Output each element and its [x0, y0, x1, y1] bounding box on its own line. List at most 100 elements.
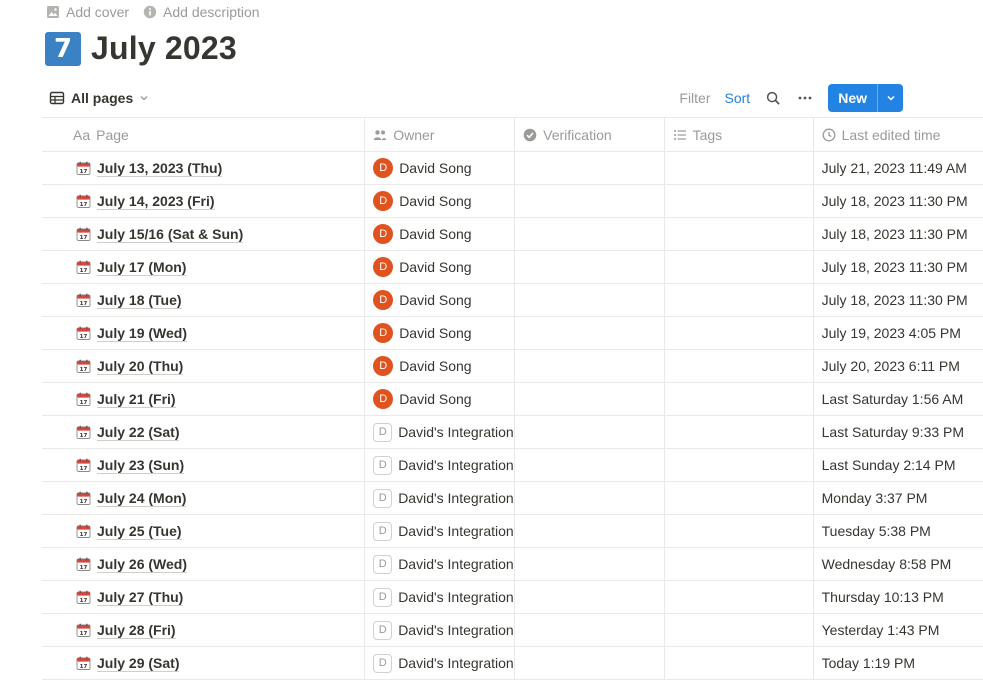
cell-tags[interactable]: [664, 382, 814, 416]
cell-verification[interactable]: [514, 448, 665, 482]
cell-verification[interactable]: [514, 382, 665, 416]
table-row[interactable]: 17 July 24 (Mon) D David's Integration Monda…: [42, 481, 983, 515]
table-row[interactable]: 17 July 14, 2023 (Fri) D David Song July 18,…: [42, 184, 983, 218]
cell-page[interactable]: 17 July 15/16 (Sat & Sun): [42, 217, 366, 251]
cell-page[interactable]: 17 July 29 (Sat): [42, 646, 366, 680]
table-row[interactable]: 17 July 18 (Tue) D David Song July 18, 2023 …: [42, 283, 983, 317]
cell-verification[interactable]: [514, 184, 665, 218]
page-link[interactable]: July 27 (Thu): [97, 589, 184, 606]
cell-owner[interactable]: D David's Integration: [364, 646, 516, 680]
cell-owner[interactable]: D David Song: [364, 184, 516, 218]
cell-owner[interactable]: D David's Integration: [364, 448, 516, 482]
page-link[interactable]: July 17 (Mon): [97, 259, 187, 276]
page-link[interactable]: July 18 (Tue): [97, 292, 182, 309]
cell-tags[interactable]: [664, 415, 814, 449]
cell-page[interactable]: 17 July 22 (Sat): [42, 415, 366, 449]
cell-owner[interactable]: D David Song: [364, 151, 516, 185]
cell-tags[interactable]: [664, 316, 814, 350]
table-row[interactable]: 17 July 17 (Mon) D David Song July 18, 2023 …: [42, 250, 983, 284]
page-link[interactable]: July 20 (Thu): [97, 358, 184, 375]
table-row[interactable]: 17 July 23 (Sun) D David's Integration Last …: [42, 448, 983, 482]
cell-page[interactable]: 17 July 20 (Thu): [42, 349, 366, 383]
cell-owner[interactable]: D David's Integration: [364, 580, 516, 614]
cell-owner[interactable]: D David Song: [364, 382, 516, 416]
cell-tags[interactable]: [664, 547, 814, 581]
cell-page[interactable]: 17 July 27 (Thu): [42, 580, 366, 614]
cell-page[interactable]: 17 July 26 (Wed): [42, 547, 366, 581]
cell-page[interactable]: 17 July 17 (Mon): [42, 250, 366, 284]
page-link[interactable]: July 24 (Mon): [97, 490, 187, 507]
page-title[interactable]: July 2023: [91, 30, 237, 67]
table-row[interactable]: 17 July 26 (Wed) D David's Integration Wedne…: [42, 547, 983, 581]
search-button[interactable]: [764, 89, 782, 107]
cell-page[interactable]: 17 July 25 (Tue): [42, 514, 366, 548]
cell-page[interactable]: 17 July 23 (Sun): [42, 448, 366, 482]
column-header-page[interactable]: Aa Page: [42, 117, 366, 152]
cell-verification[interactable]: [514, 613, 665, 647]
cell-verification[interactable]: [514, 217, 665, 251]
table-row[interactable]: 17 July 15/16 (Sat & Sun) D David Song July …: [42, 217, 983, 251]
page-link[interactable]: July 29 (Sat): [97, 655, 180, 672]
cell-page[interactable]: 17 July 18 (Tue): [42, 283, 366, 317]
cell-verification[interactable]: [514, 283, 665, 317]
table-row[interactable]: 17 July 22 (Sat) D David's Integration Last …: [42, 415, 983, 449]
cell-tags[interactable]: [664, 217, 814, 251]
cell-owner[interactable]: D David's Integration: [364, 415, 516, 449]
cell-owner[interactable]: D David Song: [364, 283, 516, 317]
cell-owner[interactable]: D David's Integration: [364, 613, 516, 647]
page-link[interactable]: July 28 (Fri): [97, 622, 176, 639]
column-header-tags[interactable]: Tags: [664, 117, 814, 152]
cell-page[interactable]: 17 July 28 (Fri): [42, 613, 366, 647]
cell-verification[interactable]: [514, 250, 665, 284]
sort-button[interactable]: Sort: [725, 90, 751, 106]
table-row[interactable]: 17 July 27 (Thu) D David's Integration Thurs…: [42, 580, 983, 614]
cell-page[interactable]: 17 July 24 (Mon): [42, 481, 366, 515]
cell-verification[interactable]: [514, 580, 665, 614]
add-cover-button[interactable]: Add cover: [46, 4, 129, 20]
page-link[interactable]: July 14, 2023 (Fri): [97, 193, 215, 210]
view-selector[interactable]: All pages: [45, 88, 153, 108]
cell-tags[interactable]: [664, 349, 814, 383]
cell-owner[interactable]: D David Song: [364, 349, 516, 383]
cell-owner[interactable]: D David Song: [364, 316, 516, 350]
cell-owner[interactable]: D David Song: [364, 250, 516, 284]
column-header-owner[interactable]: Owner: [364, 117, 516, 152]
page-link[interactable]: July 21 (Fri): [97, 391, 176, 408]
new-dropdown-button[interactable]: [877, 84, 903, 112]
table-row[interactable]: 17 July 25 (Tue) D David's Integration Tuesd…: [42, 514, 983, 548]
cell-page[interactable]: 17 July 19 (Wed): [42, 316, 366, 350]
cell-verification[interactable]: [514, 514, 665, 548]
page-link[interactable]: July 26 (Wed): [97, 556, 187, 573]
cell-verification[interactable]: [514, 547, 665, 581]
cell-tags[interactable]: [664, 613, 814, 647]
new-page-button[interactable]: New: [828, 84, 903, 112]
cell-tags[interactable]: [664, 151, 814, 185]
page-emoji-icon[interactable]: 7: [45, 31, 81, 66]
cell-tags[interactable]: [664, 481, 814, 515]
cell-tags[interactable]: [664, 283, 814, 317]
cell-tags[interactable]: [664, 646, 814, 680]
cell-page[interactable]: 17 July 13, 2023 (Thu): [42, 151, 366, 185]
cell-tags[interactable]: [664, 514, 814, 548]
table-row[interactable]: 17 July 20 (Thu) D David Song July 20, 2023 …: [42, 349, 983, 383]
table-row[interactable]: 17 July 19 (Wed) D David Song July 19, 2023 …: [42, 316, 983, 350]
page-link[interactable]: July 15/16 (Sat & Sun): [97, 226, 244, 243]
cell-tags[interactable]: [664, 184, 814, 218]
cell-page[interactable]: 17 July 14, 2023 (Fri): [42, 184, 366, 218]
cell-verification[interactable]: [514, 316, 665, 350]
table-row[interactable]: 17 July 21 (Fri) D David Song Last Saturday …: [42, 382, 983, 416]
table-row[interactable]: 17 July 28 (Fri) D David's Integration Yeste…: [42, 613, 983, 647]
cell-owner[interactable]: D David's Integration: [364, 547, 516, 581]
filter-button[interactable]: Filter: [679, 90, 710, 106]
table-row[interactable]: 17 July 29 (Sat) D David's Integration Today…: [42, 646, 983, 680]
page-link[interactable]: July 13, 2023 (Thu): [97, 160, 223, 177]
cell-verification[interactable]: [514, 415, 665, 449]
cell-tags[interactable]: [664, 250, 814, 284]
cell-verification[interactable]: [514, 349, 665, 383]
cell-tags[interactable]: [664, 448, 814, 482]
cell-verification[interactable]: [514, 151, 665, 185]
cell-page[interactable]: 17 July 21 (Fri): [42, 382, 366, 416]
cell-tags[interactable]: [664, 580, 814, 614]
page-link[interactable]: July 25 (Tue): [97, 523, 182, 540]
cell-owner[interactable]: D David's Integration: [364, 514, 516, 548]
